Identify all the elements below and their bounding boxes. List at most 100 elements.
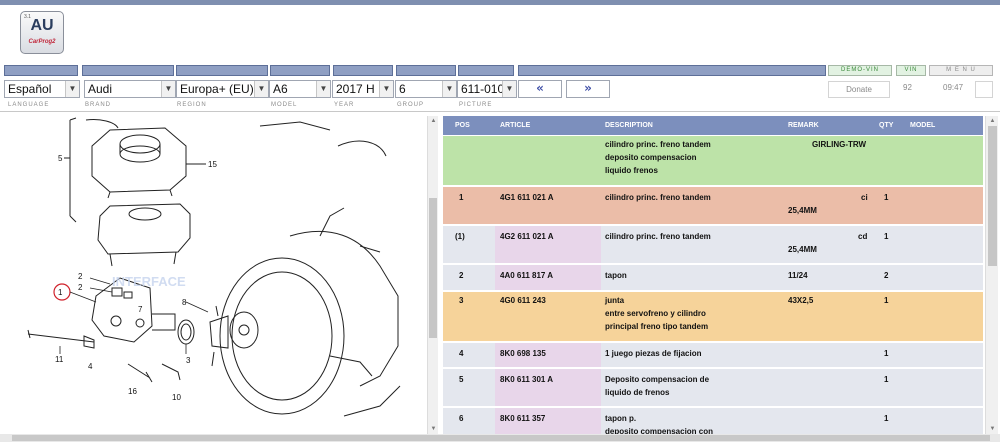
row-description-line: cilindro princ. freno tandem (605, 140, 711, 149)
diagram-label-11: 11 (55, 355, 64, 364)
table-row[interactable]: 1 4G1 611 021 A cilindro princ. freno ta… (443, 187, 983, 225)
row-remark: cd (858, 232, 868, 241)
donate-button[interactable]: Donate (828, 81, 890, 98)
row-qty: 1 (884, 375, 889, 384)
row-pos: (1) (455, 232, 465, 241)
row-remark: 25,4MM (788, 206, 817, 215)
diagram-label-7: 7 (138, 305, 143, 314)
previous-picture-button[interactable]: « (518, 80, 562, 98)
language-value: Español (8, 82, 52, 96)
row-article[interactable]: 8K0 611 357 (500, 413, 545, 425)
row-qty: 1 (884, 232, 889, 241)
table-row[interactable]: 5 8K0 611 301 A Deposito compensacion de… (443, 369, 983, 407)
header-article[interactable]: ARTICLE (500, 122, 530, 129)
vin-button[interactable]: VIN (896, 65, 926, 76)
scroll-up-icon[interactable]: ▲ (986, 116, 999, 126)
picture-select[interactable]: 611-010 ▼ (457, 80, 517, 98)
diagram-scrollbar[interactable]: ▲ ▼ (427, 116, 438, 434)
header-qty[interactable]: QTY (879, 122, 893, 129)
counter-value: 92 (903, 83, 912, 92)
row-article[interactable]: 4G2 611 021 A (500, 231, 554, 243)
caption-model: MODEL (271, 102, 298, 108)
diagram-scroll-thumb[interactable] (429, 198, 437, 338)
scroll-up-icon[interactable]: ▲ (428, 116, 439, 126)
scroll-down-icon[interactable]: ▼ (428, 424, 439, 434)
row-description-line: deposito compensacion (605, 153, 697, 162)
chevron-down-icon: ▼ (65, 81, 79, 97)
table-row[interactable]: cilindro princ. freno tandem deposito co… (443, 136, 983, 186)
row-pos: 5 (459, 375, 464, 384)
table-row[interactable]: (1) 4G2 611 021 A cilindro princ. freno … (443, 226, 983, 264)
horizontal-scroll-thumb[interactable] (12, 435, 990, 441)
header-cell-model (270, 65, 330, 76)
header-cell-year (333, 65, 393, 76)
header-cell-picture (458, 65, 514, 76)
diagram-label-3: 3 (186, 356, 191, 365)
carprog-logo[interactable]: 3.1 AU CarProg2 (20, 11, 64, 54)
page-horizontal-scrollbar[interactable] (0, 434, 1000, 442)
row-description-line: cilindro princ. freno tandem (605, 232, 711, 241)
diagram-label-10: 10 (172, 393, 181, 402)
table-row[interactable]: 4 8K0 698 135 1 juego piezas de fijacion… (443, 343, 983, 368)
parts-diagram[interactable]: INTERFACE 5 15 2 2 1 8 3 11 4 16 10 7 (0, 116, 438, 440)
brake-master-cylinder-drawing: INTERFACE 5 15 2 2 1 8 3 11 4 16 10 7 (27, 117, 401, 417)
row-qty: 1 (884, 349, 889, 358)
row-article[interactable]: 4G0 611 243 (500, 295, 546, 307)
language-select[interactable]: Español ▼ (4, 80, 80, 98)
model-select[interactable]: A6 ▼ (269, 80, 331, 98)
chevron-down-icon: ▼ (161, 81, 175, 97)
demo-vin-button[interactable]: DEMO-VIN (828, 65, 892, 76)
row-description-line: deposito compensacion con (605, 427, 714, 434)
header-cell-brand (82, 65, 174, 76)
caption-language: LANGUAGE (8, 102, 50, 108)
blank-box (975, 81, 993, 98)
chevron-down-icon: ▼ (502, 81, 516, 97)
table-scroll-thumb[interactable] (988, 126, 997, 266)
header-remark[interactable]: REMARK (788, 122, 819, 129)
brand-select[interactable]: Audi ▼ (84, 80, 176, 98)
row-qty: 1 (884, 193, 889, 202)
row-article[interactable]: 8K0 698 135 (500, 348, 546, 360)
caption-region: REGION (177, 102, 207, 108)
row-qty: 1 (884, 296, 889, 305)
chevron-down-icon: ▼ (379, 81, 393, 97)
next-picture-button[interactable]: » (566, 80, 610, 98)
header-cell-region (176, 65, 268, 76)
header-cell-spacer (518, 65, 826, 76)
scroll-down-icon[interactable]: ▼ (986, 424, 999, 434)
header-pos[interactable]: POS (455, 122, 470, 129)
year-select[interactable]: 2017 H ▼ (332, 80, 394, 98)
parts-table-header: POS ARTICLE DESCRIPTION REMARK QTY MODEL (443, 116, 983, 135)
caption-picture: PICTURE (459, 102, 493, 108)
logo-text: AU (30, 17, 54, 34)
row-remark: 25,4MM (788, 245, 817, 254)
clock-time: 09:47 (943, 83, 964, 92)
table-row[interactable]: 3 4G0 611 243 junta entre servofreno y c… (443, 292, 983, 342)
region-select[interactable]: Europa+ (EU) ▼ (176, 80, 269, 98)
row-article[interactable]: 4G1 611 021 A (500, 192, 554, 204)
diagram-label-16: 16 (128, 387, 137, 396)
row-article[interactable]: 4A0 611 817 A (500, 270, 553, 282)
table-row[interactable]: 6 8K0 611 357 tapon p. deposito compensa… (443, 408, 983, 434)
row-pos: 4 (459, 349, 464, 358)
row-description-line: principal freno tipo tandem (605, 322, 709, 331)
menu-button[interactable]: M E N U (929, 65, 993, 76)
group-select[interactable]: 6 ▼ (395, 80, 457, 98)
row-article[interactable]: 8K0 611 301 A (500, 374, 553, 386)
chevron-down-icon: ▼ (442, 81, 456, 97)
row-qty: 1 (884, 414, 889, 423)
header-model[interactable]: MODEL (910, 122, 935, 129)
table-row[interactable]: 2 4A0 611 817 A tapon 11/24 2 (443, 265, 983, 291)
caption-brand: BRAND (85, 102, 112, 108)
row-description-line: junta (605, 296, 625, 305)
row-description-line: cilindro princ. freno tandem (605, 193, 711, 202)
row-description-line: tapon p. (605, 414, 637, 423)
chevron-down-icon: ▼ (316, 81, 330, 97)
header-bar: DEMO-VIN VIN M E N U (4, 65, 994, 76)
table-scrollbar[interactable]: ▲ ▼ (985, 116, 998, 434)
header-description[interactable]: DESCRIPTION (605, 122, 653, 129)
region-value: Europa+ (EU) (180, 82, 254, 96)
diagram-label-2a: 2 (78, 272, 83, 281)
diagram-label-2b: 2 (78, 283, 83, 292)
row-description-line: 1 juego piezas de fijacion (605, 349, 702, 358)
